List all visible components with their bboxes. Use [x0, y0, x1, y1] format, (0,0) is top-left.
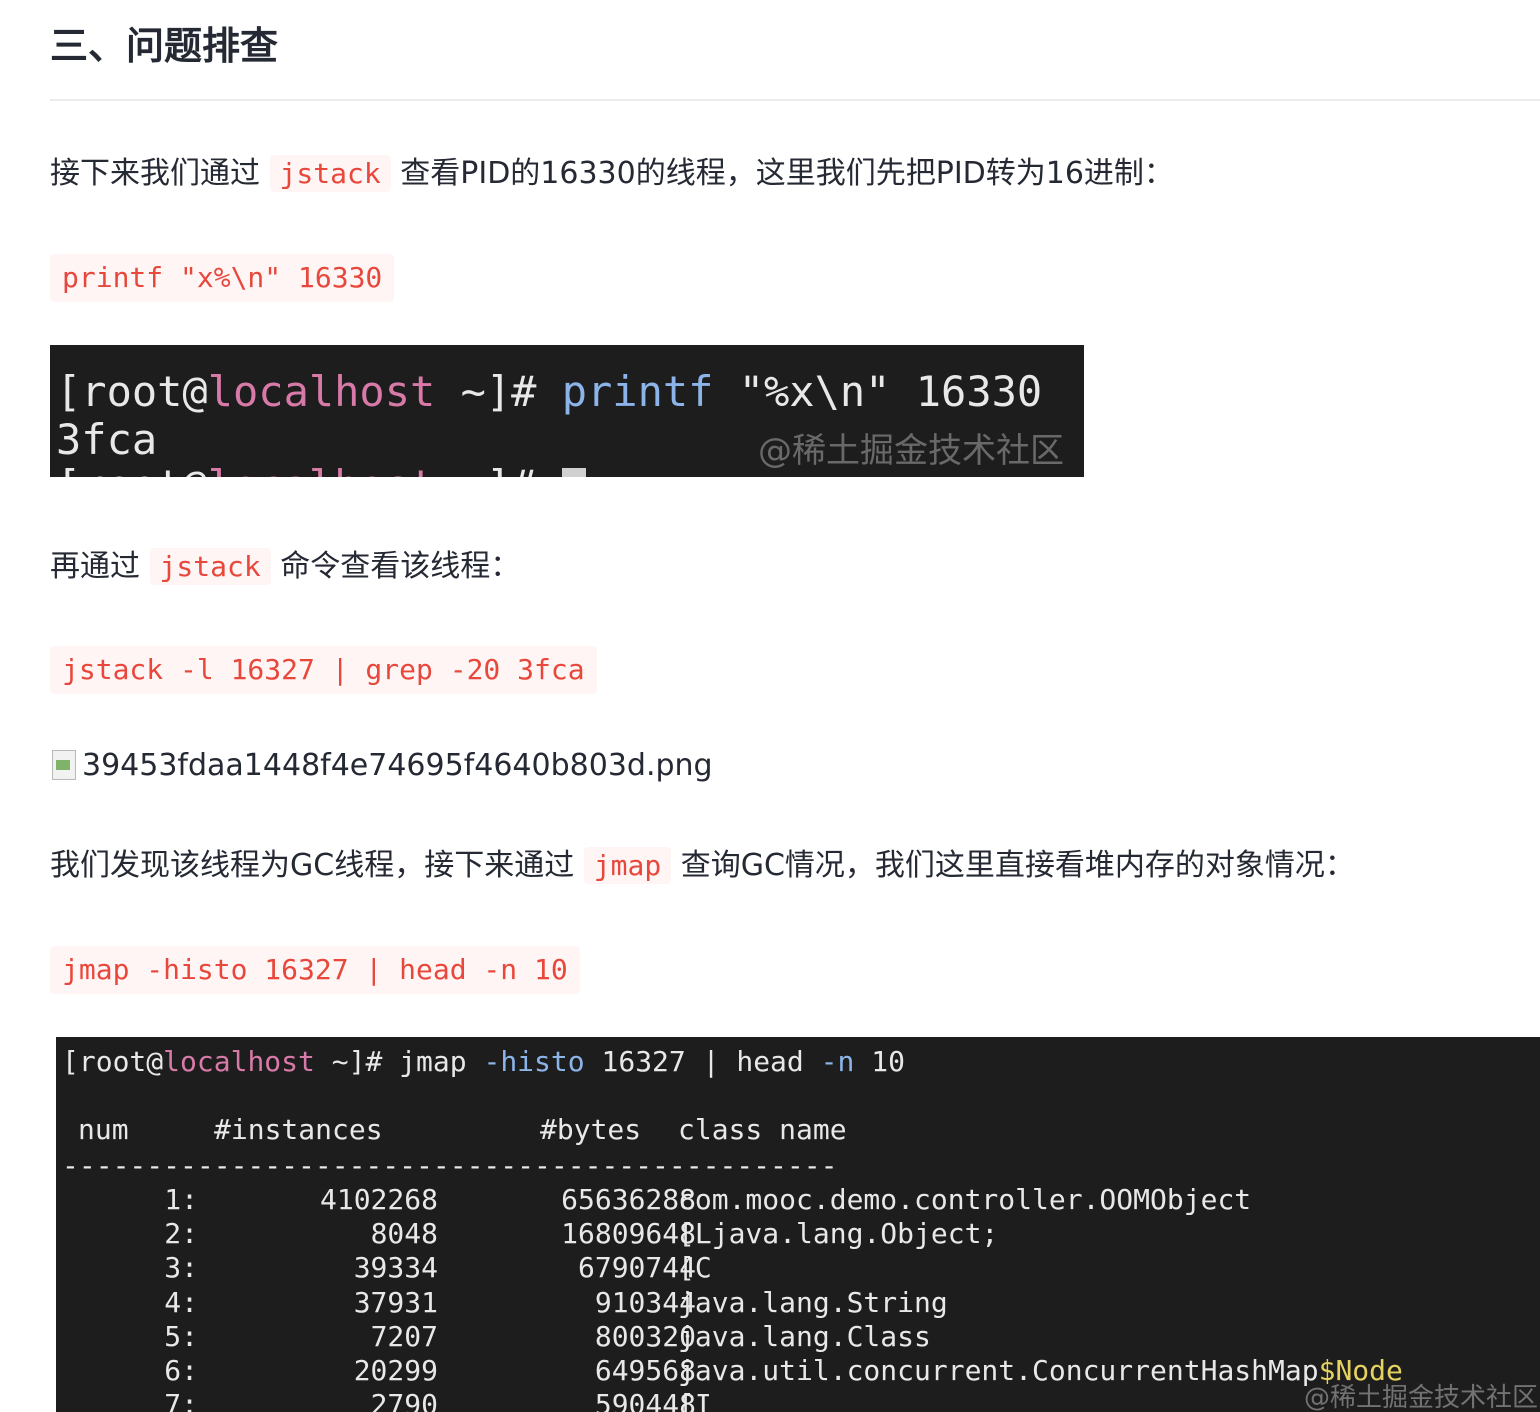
terminal-command-line: [root@localhost ~]# printf "%x\n" 16330	[56, 367, 1043, 416]
histo-row: 4: 37931 910344 java.lang.String	[56, 1286, 1536, 1320]
histo-row: 2: 8048 16809648 [Ljava.lang.Object;	[56, 1217, 1536, 1251]
histo-row: 1: 4102268 65636288 com.mooc.demo.controlle…	[56, 1183, 1536, 1217]
row-class-name: java.util.concurrent.ConcurrentHashMap$N…	[678, 1354, 1403, 1387]
row-instances: 7207	[370, 1319, 438, 1353]
paragraph-jstack-intro: 接下来我们通过 jstack 查看PID的16330的线程，这里我们先把PID转…	[50, 152, 1174, 196]
row-num: 2:	[164, 1217, 198, 1251]
watermark: @稀土掘金技术社区	[1303, 1383, 1538, 1412]
histo-separator: ----------------------------------------…	[62, 1149, 838, 1182]
row-num: 7:	[164, 1388, 198, 1412]
row-bytes: 65636288	[561, 1183, 696, 1216]
watermark: @稀土掘金技术社区	[758, 431, 1064, 471]
paragraph-text: 接下来我们通过	[50, 156, 260, 191]
broken-image-alt: 39453fdaa1448f4e74695f4640b803d.png	[82, 748, 713, 783]
terminal-next-prompt: [root@localhost ~]#	[56, 459, 586, 477]
terminal-screenshot-printf: [root@localhost ~]# printf "%x\n" 16330 …	[50, 345, 1084, 477]
row-class-name: java.lang.Class	[678, 1319, 931, 1353]
row-class-name: [Ljava.lang.Object;	[678, 1217, 999, 1251]
histo-row: 3: 39334 6790744 [C	[56, 1251, 1536, 1285]
paragraph-jmap-intro: 我们发现该线程为GC线程，接下来通过 jmap 查询GC情况，我们这里直接看堆内…	[50, 847, 1355, 884]
header-instances: #instances	[214, 1113, 383, 1146]
row-num: 3:	[164, 1251, 198, 1285]
row-num: 6:	[164, 1354, 198, 1387]
row-class-name: [I	[678, 1388, 712, 1412]
row-instances: 20299	[353, 1354, 438, 1387]
code-jstack-grep[interactable]: jstack -l 16327 | grep -20 3fca	[50, 646, 597, 694]
row-instances: 8048	[370, 1217, 438, 1251]
terminal-command-line: [root@localhost ~]# jmap -histo 16327 | …	[62, 1045, 905, 1078]
code-printf[interactable]: printf "x%\n" 16330	[50, 254, 395, 302]
histo-row: 5: 7207 800320 java.lang.Class	[56, 1320, 1536, 1354]
terminal-screenshot-jmap: [root@localhost ~]# jmap -histo 16327 | …	[56, 1037, 1540, 1412]
broken-image: 39453fdaa1448f4e74695f4640b803d.png	[50, 740, 713, 792]
row-num: 1:	[164, 1183, 198, 1216]
row-class-name: com.mooc.demo.controller.OOMObject	[678, 1183, 1252, 1216]
inline-code-jstack: jstack	[149, 548, 271, 585]
header-bytes: #bytes	[540, 1113, 642, 1146]
row-instances: 4102268	[319, 1183, 438, 1216]
row-num: 4:	[164, 1285, 198, 1319]
paragraph-text: 查看PID的16330的线程，这里我们先把PID转为16进制：	[400, 156, 1174, 191]
row-num: 5:	[164, 1319, 198, 1353]
row-instances: 2790	[370, 1388, 438, 1412]
terminal-cursor	[561, 467, 586, 477]
section-heading: 三、问题排查	[50, 24, 279, 68]
row-class-name: [C	[678, 1251, 712, 1285]
header-num: num	[78, 1113, 129, 1146]
histo-header: num #instances #bytes class name	[56, 1113, 1536, 1147]
row-instances: 39334	[353, 1251, 438, 1285]
row-bytes: 16809648	[561, 1217, 696, 1251]
row-class-name: java.lang.String	[678, 1285, 948, 1319]
code-jmap-histo[interactable]: jmap -histo 16327 | head -n 10	[50, 946, 580, 994]
row-instances: 37931	[353, 1285, 438, 1319]
paragraph-jstack-command: 再通过 jstack 命令查看该线程：	[50, 548, 521, 585]
heading-divider	[50, 99, 1540, 101]
broken-image-icon	[50, 750, 80, 782]
inline-code-jstack: jstack	[269, 155, 391, 192]
inline-code-jmap: jmap	[583, 847, 672, 884]
header-class-name: class name	[678, 1113, 847, 1146]
